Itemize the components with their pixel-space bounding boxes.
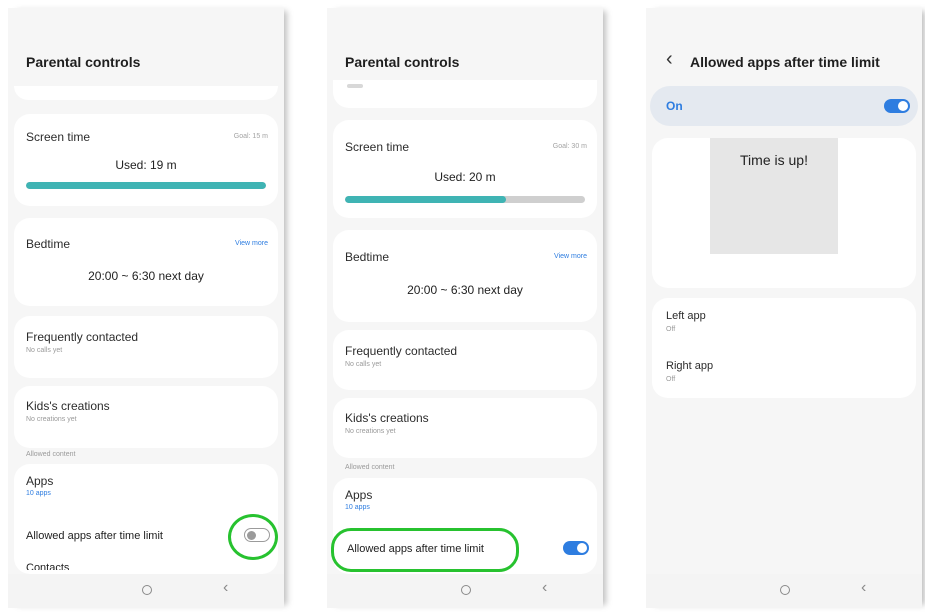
screen-time-progress-bar — [345, 196, 585, 203]
frequently-contacted-label: Frequently contacted — [26, 330, 139, 344]
frequently-contacted-sub: No calls yet — [345, 361, 382, 368]
page-title: Parental controls — [26, 54, 141, 70]
toggle-knob — [577, 543, 587, 553]
contacts-label-partial[interactable]: Contacts — [26, 562, 69, 570]
view-more-link[interactable]: View more — [554, 253, 587, 260]
chevron-left-icon[interactable]: ‹ — [223, 579, 228, 597]
kids-creations-label: Kids's creations — [345, 411, 429, 425]
screen-time-used: Used: 19 m — [115, 158, 177, 172]
screen-time-goal: Goal: 30 m — [552, 143, 587, 150]
nav-bar: ‹ — [8, 574, 284, 608]
kids-creations-card[interactable]: Kids's creations No creations yet — [333, 398, 597, 458]
highlight-oval — [331, 528, 519, 572]
screen-time-progress-fill — [345, 196, 506, 203]
nav-bar: ‹ — [327, 574, 603, 608]
kids-creations-sub: No creations yet — [26, 416, 77, 423]
bedtime-range: 20:00 ~ 6:30 next day — [407, 283, 523, 297]
phone-screen-allowed-apps: ‹ Allowed apps after time limit On Time … — [646, 8, 922, 608]
frequently-contacted-sub: No calls yet — [26, 347, 63, 354]
left-app-status: Off — [666, 326, 676, 333]
allowed-content-header: Allowed content — [26, 451, 76, 458]
bedtime-label: Bedtime — [26, 237, 71, 251]
kids-creations-card[interactable]: Kids's creations No creations yet — [14, 386, 278, 448]
home-circle-icon[interactable] — [780, 585, 790, 595]
home-circle-icon[interactable] — [461, 585, 471, 595]
time-up-preview: Time is up! — [710, 138, 838, 254]
screen-time-progress-fill — [26, 182, 266, 189]
bedtime-label: Bedtime — [345, 250, 390, 264]
screen-time-goal: Goal: 15 m — [233, 133, 268, 140]
chevron-left-icon[interactable]: ‹ — [666, 48, 673, 71]
apps-count: 10 apps — [345, 504, 370, 511]
apps-label[interactable]: Apps — [26, 474, 53, 488]
view-more-link[interactable]: View more — [235, 240, 268, 247]
chevron-left-icon[interactable]: ‹ — [542, 579, 547, 597]
right-app-status: Off — [666, 376, 676, 383]
screen-time-label: Screen time — [345, 140, 410, 154]
screen-time-card[interactable]: Screen time Goal: 30 m Used: 20 m — [333, 120, 597, 218]
allowed-content-header: Allowed content — [345, 464, 395, 471]
partial-toggle-icon — [347, 84, 363, 88]
card-top-partial — [333, 80, 597, 108]
page-title: Parental controls — [345, 54, 460, 70]
screen-time-card[interactable]: Screen time Goal: 15 m Used: 19 m — [14, 114, 278, 206]
kids-creations-sub: No creations yet — [345, 428, 396, 435]
master-switch-toggle[interactable] — [884, 99, 910, 113]
screen-time-label: Screen time — [26, 130, 91, 144]
app-options-card: Left app Off Right app Off — [652, 298, 916, 398]
highlight-circle — [228, 514, 278, 560]
bedtime-range: 20:00 ~ 6:30 next day — [88, 269, 204, 283]
apps-label[interactable]: Apps — [345, 488, 372, 502]
phone-screen-parental-controls-1: Parental controls Screen time Goal: 15 m… — [8, 8, 284, 608]
frequently-contacted-card[interactable]: Frequently contacted No calls yet — [14, 316, 278, 378]
home-circle-icon[interactable] — [142, 585, 152, 595]
bedtime-card[interactable]: Bedtime View more 20:00 ~ 6:30 next day — [333, 230, 597, 322]
chevron-left-icon[interactable]: ‹ — [861, 579, 866, 597]
left-app-label: Left app — [666, 310, 706, 322]
preview-card: Time is up! — [652, 138, 916, 288]
master-switch-bar[interactable]: On — [650, 86, 918, 126]
frequently-contacted-card[interactable]: Frequently contacted No calls yet — [333, 330, 597, 390]
kids-creations-label: Kids's creations — [26, 399, 110, 413]
master-switch-label: On — [666, 99, 683, 113]
screen-time-progress-bar — [26, 182, 266, 189]
allowed-apps-after-limit-label[interactable]: Allowed apps after time limit — [26, 530, 163, 542]
right-app-label: Right app — [666, 360, 714, 372]
frequently-contacted-label: Frequently contacted — [345, 344, 458, 358]
phone-screen-parental-controls-2: Parental controls Screen time Goal: 30 m… — [327, 8, 603, 608]
toggle-knob — [898, 101, 908, 111]
card-top-partial — [14, 86, 278, 100]
bedtime-card[interactable]: Bedtime View more 20:00 ~ 6:30 next day — [14, 218, 278, 306]
allowed-apps-toggle[interactable] — [563, 541, 589, 555]
apps-count: 10 apps — [26, 490, 51, 497]
time-up-text: Time is up! — [740, 152, 808, 168]
screen-time-used: Used: 20 m — [434, 170, 496, 184]
page-title: Allowed apps after time limit — [690, 54, 880, 70]
nav-bar: ‹ — [646, 574, 922, 608]
